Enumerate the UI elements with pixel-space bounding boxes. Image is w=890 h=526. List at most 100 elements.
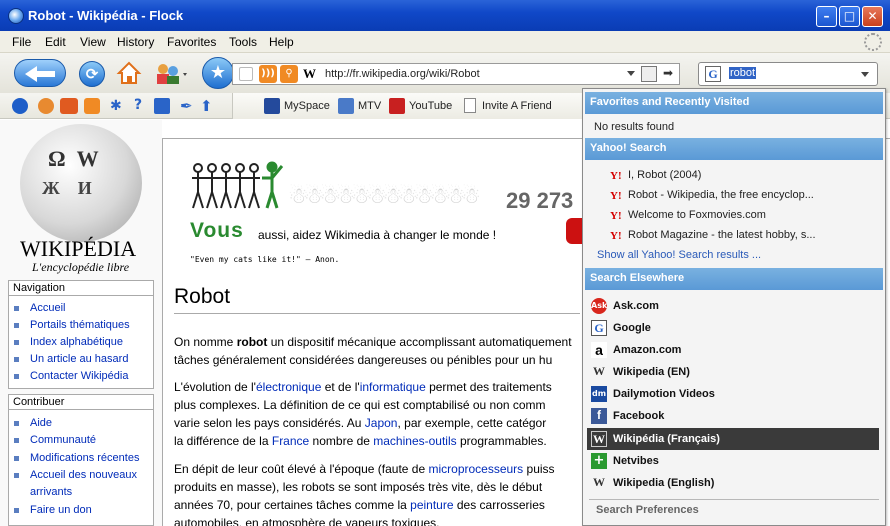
link-france[interactable]: France xyxy=(272,434,309,448)
bullet xyxy=(14,473,19,478)
media-icon[interactable] xyxy=(60,98,78,114)
home-icon xyxy=(116,61,142,84)
engine-amazon[interactable]: Amazon.com xyxy=(613,344,681,356)
bookmark-youtube[interactable]: YouTube xyxy=(409,100,452,112)
nav-link-accueil[interactable]: Accueil xyxy=(30,302,65,314)
rss-icon[interactable]: ))) xyxy=(259,65,277,83)
accounts-icon[interactable] xyxy=(38,98,54,114)
blog-icon[interactable]: ? xyxy=(134,97,148,115)
bookmark-mtv[interactable]: MTV xyxy=(358,100,381,112)
page-info-icon[interactable] xyxy=(641,66,657,82)
nav-link-hasard[interactable]: Un article au hasard xyxy=(30,353,128,365)
link-informatique[interactable]: informatique xyxy=(360,380,426,394)
magnifier-feed-icon[interactable]: ⚲ xyxy=(280,65,298,83)
bullet xyxy=(14,357,19,362)
bookmark-invite-friend[interactable]: Invite A Friend xyxy=(482,100,552,112)
wikipedia-favicon: W xyxy=(303,66,316,81)
yahoo-result-4[interactable]: Robot Magazine - the latest hobby, s... xyxy=(628,229,816,241)
yahoo-icon: Y! xyxy=(610,190,622,202)
close-button[interactable]: ✕ xyxy=(862,6,883,27)
mtv-icon xyxy=(338,98,354,114)
engine-wikipedia-english[interactable]: Wikipedia (English) xyxy=(613,477,714,489)
camera-icon[interactable] xyxy=(239,67,253,81)
wikipedia-globe-logo[interactable]: Ω W Ж И xyxy=(20,124,142,242)
paragraph-3-line-2: produits en masse), les robots se sont i… xyxy=(174,480,543,494)
yahoo-result-1[interactable]: I, Robot (2004) xyxy=(628,169,701,181)
maximize-button[interactable]: □ xyxy=(839,6,860,27)
no-results-text: No results found xyxy=(594,121,675,133)
yahoo-result-2[interactable]: Robot - Wikipedia, the free encyclop... xyxy=(628,189,814,201)
link-microprocesseurs[interactable]: microprocesseurs xyxy=(428,462,523,476)
contrib-link-modifications[interactable]: Modifications récentes xyxy=(30,452,139,464)
nav-link-portails[interactable]: Portails thématiques xyxy=(30,319,130,331)
clipboard-icon[interactable] xyxy=(154,98,170,114)
myspace-icon xyxy=(264,98,280,114)
menu-bar: File Edit View History Favorites Tools H… xyxy=(0,31,890,53)
heading-rule xyxy=(174,313,580,314)
nav-link-index[interactable]: Index alphabétique xyxy=(30,336,123,348)
engine-dailymotion[interactable]: Dailymotion Videos xyxy=(613,388,715,400)
contrib-link-don[interactable]: Faire un don xyxy=(30,504,92,516)
url-text[interactable]: http://fr.wikipedia.org/wiki/Robot xyxy=(325,68,480,80)
wiki-sidebar: Ω W Ж И WIKIPÉDIA L'encyclopédie libre N… xyxy=(0,120,162,526)
favorites-star-button[interactable]: ★ xyxy=(202,57,234,89)
address-bar[interactable]: ))) ⚲ W http://fr.wikipedia.org/wiki/Rob… xyxy=(232,63,680,85)
ask-icon: Ask xyxy=(591,298,607,314)
reload-button[interactable]: ⟳ xyxy=(79,61,105,87)
menu-help[interactable]: Help xyxy=(269,35,294,49)
engine-ask[interactable]: Ask.com xyxy=(613,300,659,312)
people-button[interactable] xyxy=(153,61,189,87)
feeds-icon[interactable] xyxy=(84,98,100,114)
contrib-link-communaute[interactable]: Communauté xyxy=(30,434,96,446)
elsewhere-section-header: Search Elsewhere xyxy=(585,268,883,290)
dropdown-divider xyxy=(589,499,879,500)
link-peinture[interactable]: peinture xyxy=(410,498,453,512)
go-arrow-icon[interactable]: ➡ xyxy=(663,66,677,82)
upload-icon[interactable]: ⬆ xyxy=(200,97,216,115)
menu-edit[interactable]: Edit xyxy=(45,35,66,49)
banner-quote: "Even my cats like it!" — Anon. xyxy=(190,255,340,264)
browser-window: Robot - Wikipédia - Flock – □ ✕ File Edi… xyxy=(0,0,890,526)
menu-favorites[interactable]: Favorites xyxy=(167,35,216,49)
contrib-link-aide[interactable]: Aide xyxy=(30,417,52,429)
donation-count: 29 273 xyxy=(506,188,574,213)
wikipedia-icon: W xyxy=(593,364,605,378)
engine-wikipedia-fr[interactable]: Wikipédia (Français) xyxy=(613,433,720,445)
flock-toolbar-icon[interactable] xyxy=(12,98,28,114)
link-japon[interactable]: Japon xyxy=(365,416,398,430)
home-button[interactable] xyxy=(116,60,142,86)
contrib-link-arrivants[interactable]: arrivants xyxy=(30,486,72,498)
search-preferences-link[interactable]: Search Preferences xyxy=(596,504,699,516)
bullet xyxy=(14,374,19,379)
search-box[interactable]: G robot xyxy=(698,62,878,86)
engine-netvibes[interactable]: Netvibes xyxy=(613,455,659,467)
yahoo-show-all-link[interactable]: Show all Yahoo! Search results ... xyxy=(597,249,761,261)
menu-tools[interactable]: Tools xyxy=(229,35,257,49)
favorites-section-header: Favorites and Recently Visited xyxy=(585,92,883,114)
menu-view[interactable]: View xyxy=(80,35,106,49)
wikipedia-english-icon: W xyxy=(593,475,605,489)
engine-google[interactable]: Google xyxy=(613,322,651,334)
page-title: Robot xyxy=(174,285,231,308)
blog-editor-icon[interactable]: ✒ xyxy=(180,97,196,115)
google-engine-icon[interactable]: G xyxy=(705,66,721,82)
donate-button-edge[interactable] xyxy=(566,218,582,244)
paragraph-3-line-4: automobiles, en atmosphère de vapeurs to… xyxy=(174,516,440,526)
url-dropdown-icon[interactable] xyxy=(627,71,635,76)
engine-facebook[interactable]: Facebook xyxy=(613,410,664,422)
engine-wikipedia-en[interactable]: Wikipedia (EN) xyxy=(613,366,690,378)
link-electronique[interactable]: électronique xyxy=(256,380,321,394)
search-input[interactable]: robot xyxy=(729,67,757,79)
menu-history[interactable]: History xyxy=(117,35,154,49)
search-dropdown-icon[interactable] xyxy=(861,72,869,77)
contrib-link-accueil-nouveaux[interactable]: Accueil des nouveaux xyxy=(30,469,137,481)
back-forward-button[interactable] xyxy=(14,59,66,87)
nav-link-contact[interactable]: Contacter Wikipédia xyxy=(30,370,128,382)
bullet xyxy=(14,340,19,345)
menu-file[interactable]: File xyxy=(12,35,31,49)
link-machines-outils[interactable]: machines-outils xyxy=(373,434,456,448)
minimize-button[interactable]: – xyxy=(816,6,837,27)
bookmark-myspace[interactable]: MySpace xyxy=(284,100,330,112)
web-snippets-icon[interactable]: ✱ xyxy=(110,98,126,114)
yahoo-result-3[interactable]: Welcome to Foxmovies.com xyxy=(628,209,766,221)
